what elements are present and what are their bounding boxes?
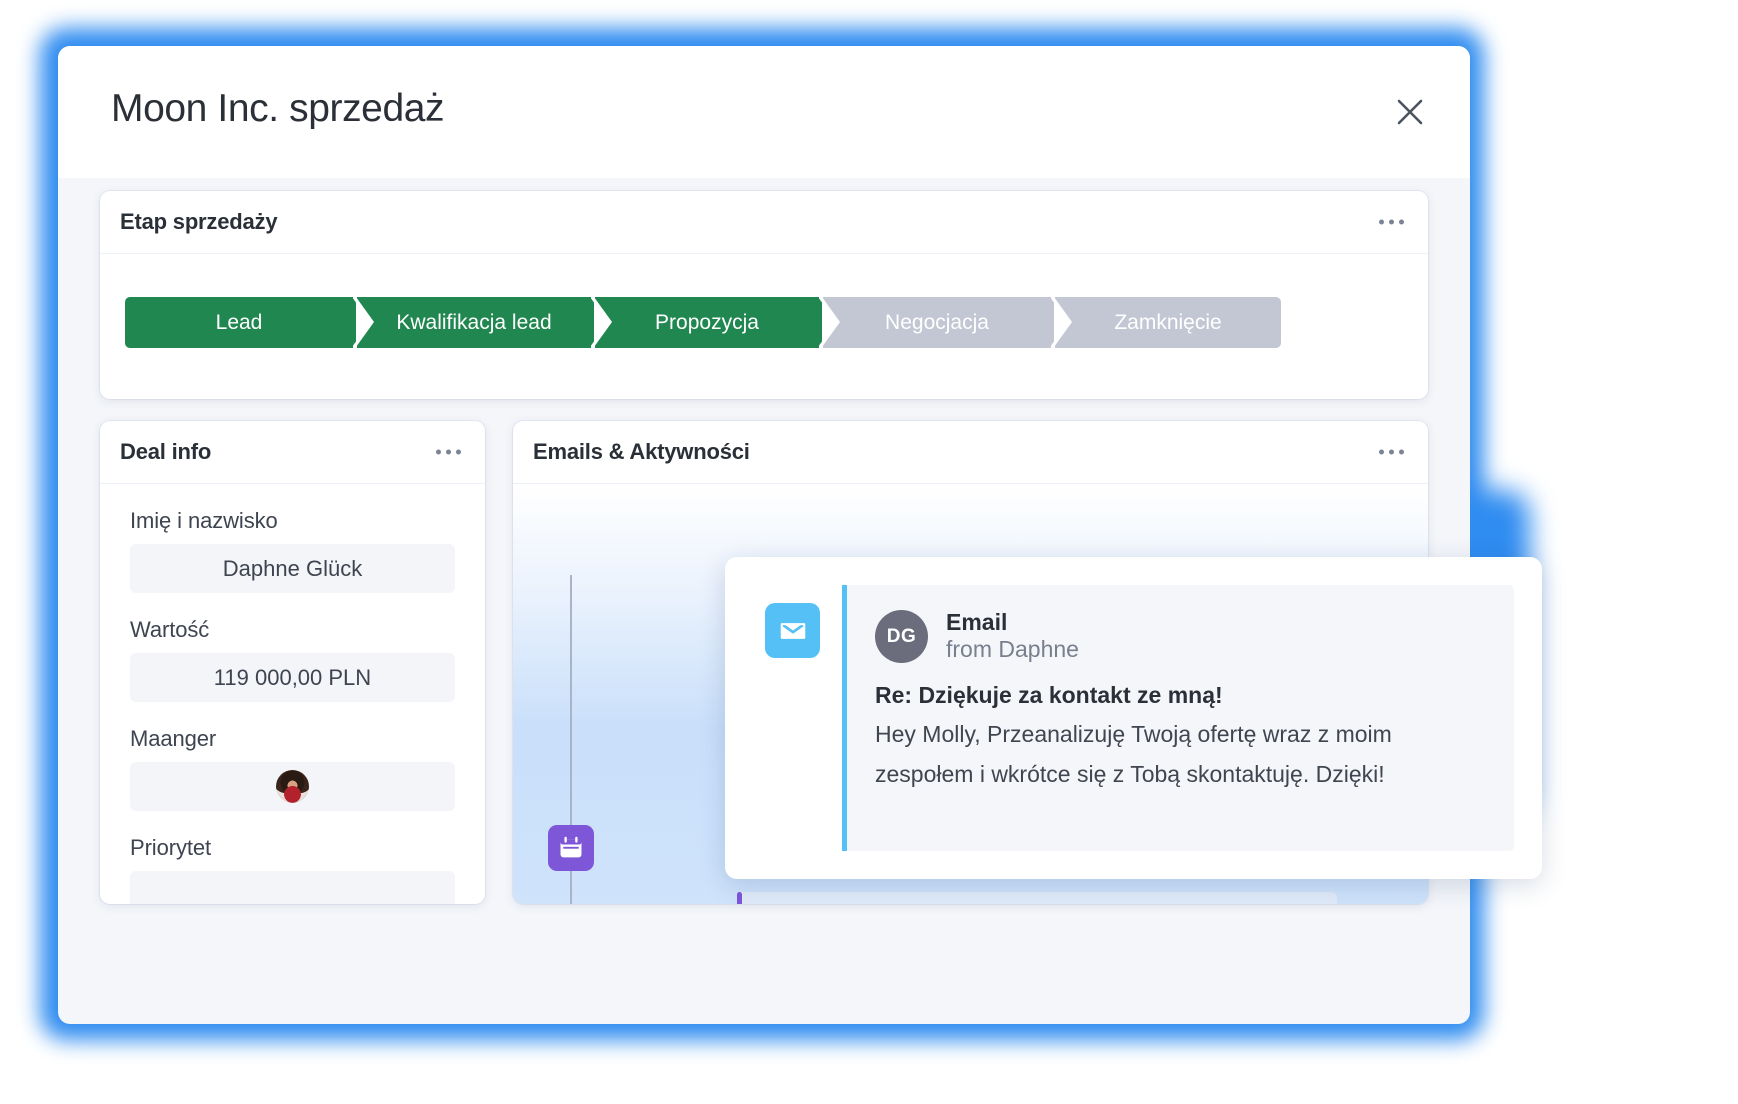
deal-field-value[interactable] [130,762,455,811]
email-content: DG Email from Daphne Re: Dziękuje za kon… [842,585,1514,851]
screenshot-root: Moon Inc. sprzedaż Etap sprzedaży Lead Kw… [0,0,1738,1104]
email-body-text: Hey Molly, Przeanalizuję Twoją ofertę wr… [875,721,1392,787]
deal-field-label: Priorytet [130,835,212,860]
ellipsis-icon[interactable] [1373,214,1410,231]
emails-activities-title: Emails & Aktywności [533,439,750,464]
close-icon[interactable] [1388,90,1432,134]
pipeline-stage-label: Propozycja [655,310,759,334]
pipeline-stage-negocjacja[interactable]: Negocjacja [822,297,1068,348]
email-detail-card[interactable]: DG Email from Daphne Re: Dziękuje za kon… [725,557,1542,879]
envelope-icon [765,603,820,658]
timeline-item-panel[interactable] [737,892,1337,904]
pipeline-stage-zamknięcie[interactable]: Zamknięcie [1054,297,1281,348]
sales-stage-card: Etap sprzedaży Lead Kwalifikacja lead Prop… [100,191,1428,399]
deal-field-value[interactable]: Daphne Glück [130,544,455,593]
email-from-label: from Daphne [946,636,1079,663]
email-kind-label: Email [946,609,1008,635]
modal-titlebar: Moon Inc. sprzedaż [58,46,1470,178]
deal-field-value[interactable] [130,871,455,904]
pipeline-stage-label: Lead [215,310,263,334]
deal-field: Wartość 119 000,00 PLN [100,617,485,702]
pipeline-stage-lead[interactable]: Lead [125,297,370,348]
avatar [276,770,309,803]
deal-info-card: Deal info Imię i nazwisko Daphne Glück War… [100,421,485,904]
email-subject: Re: Dziękuje za kontakt ze mną! [875,682,1223,709]
sales-stage-header: Etap sprzedaży [100,191,1428,254]
ellipsis-icon[interactable] [430,444,467,461]
pipeline-stage-kwalifikacja-lead[interactable]: Kwalifikacja lead [356,297,608,348]
email-sender-row: DG Email from Daphne [875,609,1488,664]
pipeline-stage-label: Zamknięcie [1114,310,1222,334]
deal-field: Maanger [100,726,485,811]
pipeline-stage-label: Kwalifikacja lead [396,310,552,334]
pipeline-stage-label: Negocjacja [885,310,989,334]
pipeline-stage-propozycja[interactable]: Propozycja [594,297,836,348]
deal-field-label: Imię i nazwisko [130,508,278,533]
deal-info-fields: Imię i nazwisko Daphne Glück Wartość 119 00… [100,508,485,904]
deal-info-title: Deal info [120,439,212,464]
sales-stage-title: Etap sprzedaży [120,209,278,234]
calendar-icon[interactable] [548,825,594,871]
ellipsis-icon[interactable] [1373,444,1410,461]
deal-field: Imię i nazwisko Daphne Glück [100,508,485,593]
deal-field-label: Wartość [130,617,210,642]
sales-stage-progress: Lead Kwalifikacja lead Propozycja Negocjacj… [125,297,1281,348]
page-title: Moon Inc. sprzedaż [111,87,445,130]
deal-field-value[interactable]: 119 000,00 PLN [130,653,455,702]
timeline-item-accent [737,892,742,904]
avatar: DG [875,610,928,664]
deal-field: Priorytet [100,835,485,904]
deal-info-header: Deal info [100,421,485,484]
deal-field-label: Maanger [130,726,217,751]
emails-activities-header: Emails & Aktywności [513,421,1428,484]
